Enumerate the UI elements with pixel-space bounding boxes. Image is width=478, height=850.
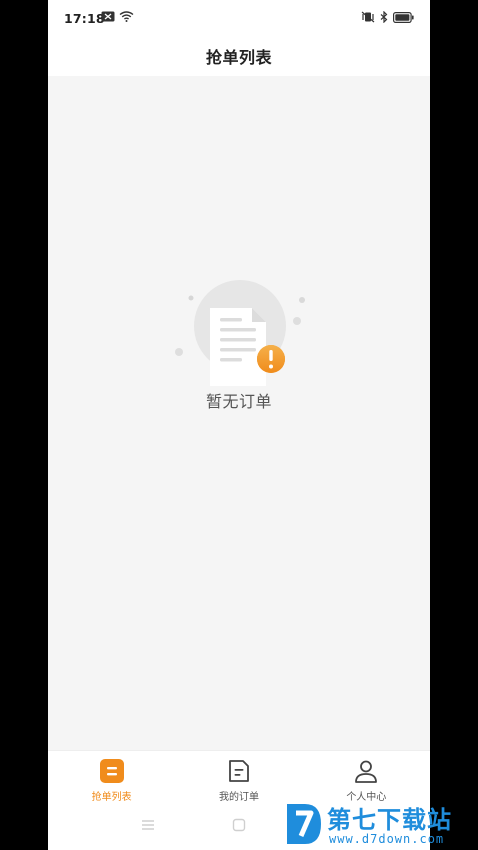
person-icon (355, 760, 378, 783)
empty-document-icon (175, 280, 305, 386)
header: 抢单列表 (48, 36, 430, 76)
watermark-title: 第七下载站 (327, 806, 452, 834)
tab-grab-order-list[interactable]: 抢单列表 (48, 751, 175, 803)
page-title: 抢单列表 (205, 48, 272, 67)
status-left-icons (101, 11, 134, 22)
watermark-url: www.d7down.com (329, 832, 445, 846)
tab-label: 抢单列表 (91, 792, 132, 803)
menu-icon[interactable] (141, 818, 155, 832)
status-time: 17:18 (64, 11, 105, 26)
notification-icon (101, 11, 115, 22)
status-bar: 17:18 (48, 0, 430, 36)
home-icon[interactable] (232, 818, 246, 832)
vibrate-icon (361, 11, 375, 23)
status-right-icons (361, 11, 414, 23)
watermark: 第七下载站 www.d7down.com (283, 798, 478, 850)
list-icon (99, 759, 124, 783)
bluetooth-icon (380, 11, 388, 23)
empty-state-message: 暂无订单 (205, 392, 272, 411)
d7-logo (287, 804, 321, 844)
wifi-icon (119, 11, 134, 22)
tab-label: 我的订单 (218, 792, 259, 803)
order-list-area[interactable]: 暂无订单 (48, 76, 430, 750)
app-screen: 17:18 抢单列表 暂无订单 抢单列表 我的订单 个人中心 (48, 0, 430, 850)
tab-my-orders[interactable]: 我的订单 (175, 751, 302, 803)
order-document-icon (229, 760, 249, 782)
battery-icon (393, 11, 414, 23)
bottom-tab-bar: 抢单列表 我的订单 个人中心 (48, 750, 430, 803)
tab-personal-center[interactable]: 个人中心 (303, 751, 430, 803)
